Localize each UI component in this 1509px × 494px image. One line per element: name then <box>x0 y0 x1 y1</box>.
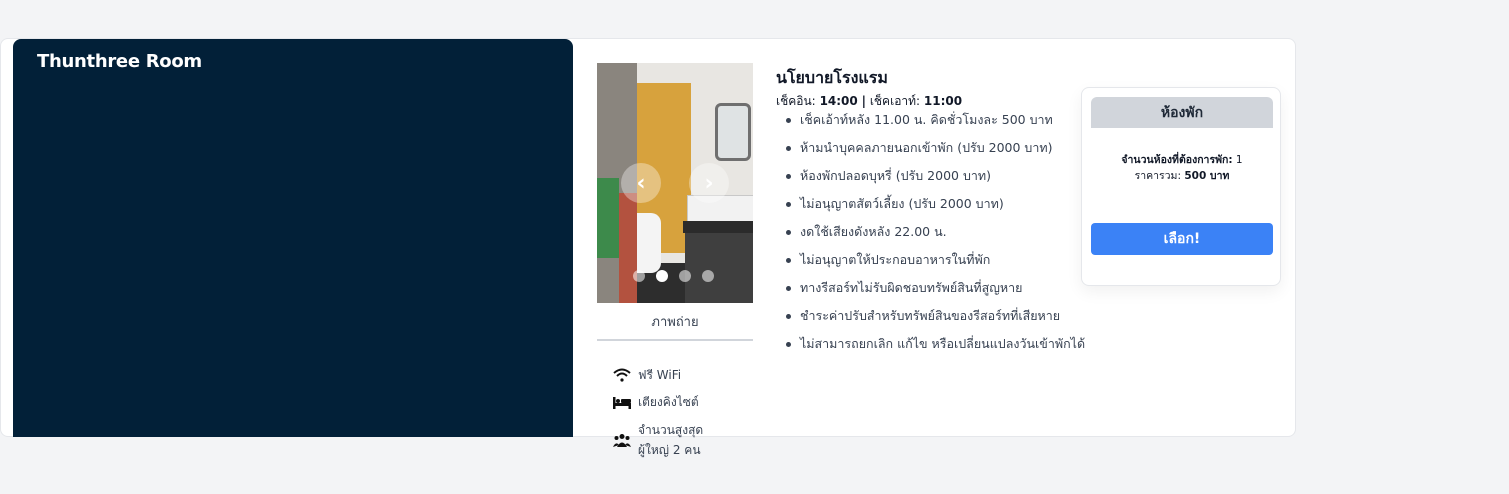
carousel-next-button[interactable]: › <box>689 163 729 203</box>
photo-scene <box>637 213 661 273</box>
carousel-dot[interactable] <box>633 270 645 282</box>
policy-rule: ชำระค่าปรับสำหรับทรัพย์สินของรีสอร์ทที่เ… <box>780 306 1085 334</box>
max-guests-title: จำนวนสูงสุด <box>638 423 704 437</box>
carousel-dot[interactable] <box>679 270 691 282</box>
photo-scene <box>619 193 637 303</box>
policy-rule: เช็คเอ้าท์หลัง 11.00 น. คิดชั่วโมงละ 500… <box>780 110 1085 138</box>
wifi-icon <box>612 365 632 385</box>
booking-summary: จำนวนห้องที่ต้องการพัก: 1 ราคารวม: 500 บ… <box>1082 152 1282 184</box>
booking-box: ห้องพัก จำนวนห้องที่ต้องการพัก: 1 ราคารว… <box>1081 87 1281 286</box>
chevron-right-icon: › <box>704 170 714 196</box>
amenity-max-guests: จำนวนสูงสุด ผู้ใหญ่ 2 คน <box>612 420 703 460</box>
users-icon <box>612 430 632 450</box>
amenity-label: ฟรี WiFi <box>638 368 682 382</box>
total-price-label: ราคารวม: <box>1134 170 1182 182</box>
bed-icon <box>612 392 632 412</box>
max-guests-value: ผู้ใหญ่ 2 คน <box>638 443 701 457</box>
booking-header: ห้องพัก <box>1091 97 1273 128</box>
divider <box>597 339 753 341</box>
policy-rule: ไม่อนุญาตให้ประกอบอาหารในที่พัก <box>780 250 1085 278</box>
amenity-label: เตียงคิงไซต์ <box>638 395 699 409</box>
photos-link[interactable]: ภาพถ่าย <box>597 311 753 332</box>
rooms-count-label: จำนวนห้องที่ต้องการพัก: <box>1121 154 1233 166</box>
carousel-prev-button[interactable]: ‹ <box>621 163 661 203</box>
photo-scene <box>685 233 753 303</box>
select-room-button[interactable]: เลือก! <box>1091 223 1273 255</box>
policy-rule: ห้ามนำบุคคลภายนอกเข้าพัก (ปรับ 2000 บาท) <box>780 138 1085 166</box>
photo-scene <box>683 221 753 233</box>
room-header-panel: Thunthree Room <box>13 39 573 437</box>
chevron-left-icon: ‹ <box>636 170 646 196</box>
checkin-times: เช็คอิน: 14:00 | เช็คเอาท์: 11:00 <box>776 92 962 111</box>
checkin-time: 14:00 <box>819 94 858 108</box>
total-price-value: 500 บาท <box>1184 170 1230 182</box>
policy-rule: ทางรีสอร์ทไม่รับผิดชอบทรัพย์สินที่สูญหาย <box>780 278 1085 306</box>
policy-rule: งดใช้เสียงดังหลัง 22.00 น. <box>780 222 1085 250</box>
rooms-count-line: จำนวนห้องที่ต้องการพัก: 1 <box>1082 152 1282 168</box>
policy-rule: ไม่สามารถยกเลิก แก้ไข หรือเปลี่ยนแปลงวัน… <box>780 334 1085 362</box>
amenity-label: จำนวนสูงสุด ผู้ใหญ่ 2 คน <box>638 420 703 460</box>
carousel-dot-active[interactable] <box>656 270 668 282</box>
photo-scene <box>597 178 619 258</box>
carousel-indicators <box>633 270 714 282</box>
amenity-wifi: ฟรี WiFi <box>612 365 681 385</box>
room-title: Thunthree Room <box>37 51 202 72</box>
policy-rule: ไม่อนุญาตสัตว์เลี้ยง (ปรับ 2000 บาท) <box>780 194 1085 222</box>
photo-carousel[interactable]: ‹ › <box>597 63 753 303</box>
policy-rule: ห้องพักปลอดบุหรี่ (ปรับ 2000 บาท) <box>780 166 1085 194</box>
carousel-dot[interactable] <box>702 270 714 282</box>
checkout-label: เช็คเอาท์: <box>869 94 921 108</box>
photo-scene <box>715 103 751 161</box>
policy-title: นโยบายโรงแรม <box>776 68 888 87</box>
checkout-time: 11:00 <box>923 94 963 108</box>
checkin-label: เช็คอิน: <box>776 94 816 108</box>
time-separator: | <box>861 94 866 108</box>
total-price-line: ราคารวม: 500 บาท <box>1082 168 1282 184</box>
policy-rules-list: เช็คเอ้าท์หลัง 11.00 น. คิดชั่วโมงละ 500… <box>780 110 1085 362</box>
rooms-count-value: 1 <box>1235 154 1243 166</box>
amenity-bed: เตียงคิงไซต์ <box>612 392 699 412</box>
